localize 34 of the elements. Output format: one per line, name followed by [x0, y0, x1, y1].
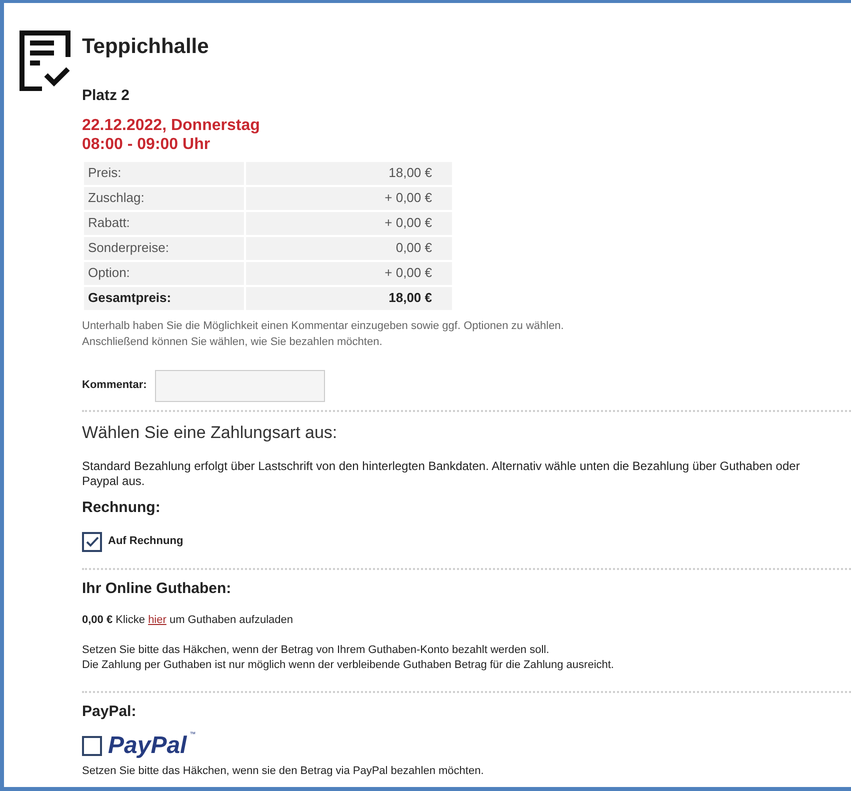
checkbox[interactable] — [82, 532, 102, 552]
table-cell: Zuschlag: — [84, 186, 244, 210]
booking-date: 22.12.2022, Donnerstag — [82, 116, 261, 134]
top-up-link[interactable]: hier — [148, 614, 166, 626]
table-cell: Sonderpreise: — [84, 236, 244, 260]
table-cell: + 0,00 € — [246, 212, 452, 234]
balance-text: 0,00 € Klicke hier um Guthaben aufzuladen — [82, 613, 294, 628]
table-cell: 18,00 € — [246, 162, 452, 184]
page-title: Teppichhalle — [82, 34, 210, 60]
info-text: Unterhalb haben Sie die Möglichkeit einen Kommentar einzugeben sowie ggf. Optionen zu wählen. — [82, 318, 565, 334]
info-text: Die Zahlung per Guthaben ist nur möglich wenn der verbleibende Guthaben Betrag für die Zahlung ausreicht. — [82, 658, 615, 672]
info-text: Setzen Sie bitte das Häkchen, wenn sie den Betrag via PayPal bezahlen möchten. — [82, 764, 485, 779]
table-cell: 0,00 € — [246, 236, 452, 260]
info-text: Anschließend können Sie wählen, wie Sie bezahlen möchten. — [82, 334, 384, 350]
payment-info: Standard Bezahlung erfolgt über Lastschrift von den hinterlegten Bankdaten. Alternativ wähle unten die Bezahlung über Guthaben oder Paypal aus. — [82, 459, 801, 489]
table-cell: 18,00 € — [246, 286, 452, 310]
info-text: Setzen Sie bitte das Häkchen, wenn der Betrag von Ihrem Guthaben-Konto bezahlt werden soll. — [82, 642, 550, 658]
section-heading: Wählen Sie eine Zahlungsart aus: — [82, 422, 338, 444]
table-cell: + 0,00 € — [246, 186, 452, 210]
checkbox-label[interactable]: Auf Rechnung — [108, 533, 184, 550]
table-cell: Rabatt: — [84, 212, 244, 234]
comment-label: Kommentar: — [82, 378, 147, 394]
booking-time: 08:00 - 09:00 Uhr — [82, 134, 212, 154]
section-heading: PayPal: — [82, 702, 138, 722]
section-heading: Rechnung: — [82, 498, 162, 518]
table-cell: Gesamtpreis: — [84, 286, 244, 310]
table-cell: + 0,00 € — [246, 262, 452, 284]
checkmark-icon — [86, 536, 98, 547]
checkbox[interactable] — [82, 736, 102, 756]
comment-field[interactable] — [154, 370, 325, 402]
table-cell: Preis: — [84, 162, 244, 184]
table-cell: Option: — [84, 262, 244, 284]
court-name: Platz 2 — [82, 86, 131, 106]
section-heading: Ihr Online Guthaben: — [82, 578, 232, 598]
